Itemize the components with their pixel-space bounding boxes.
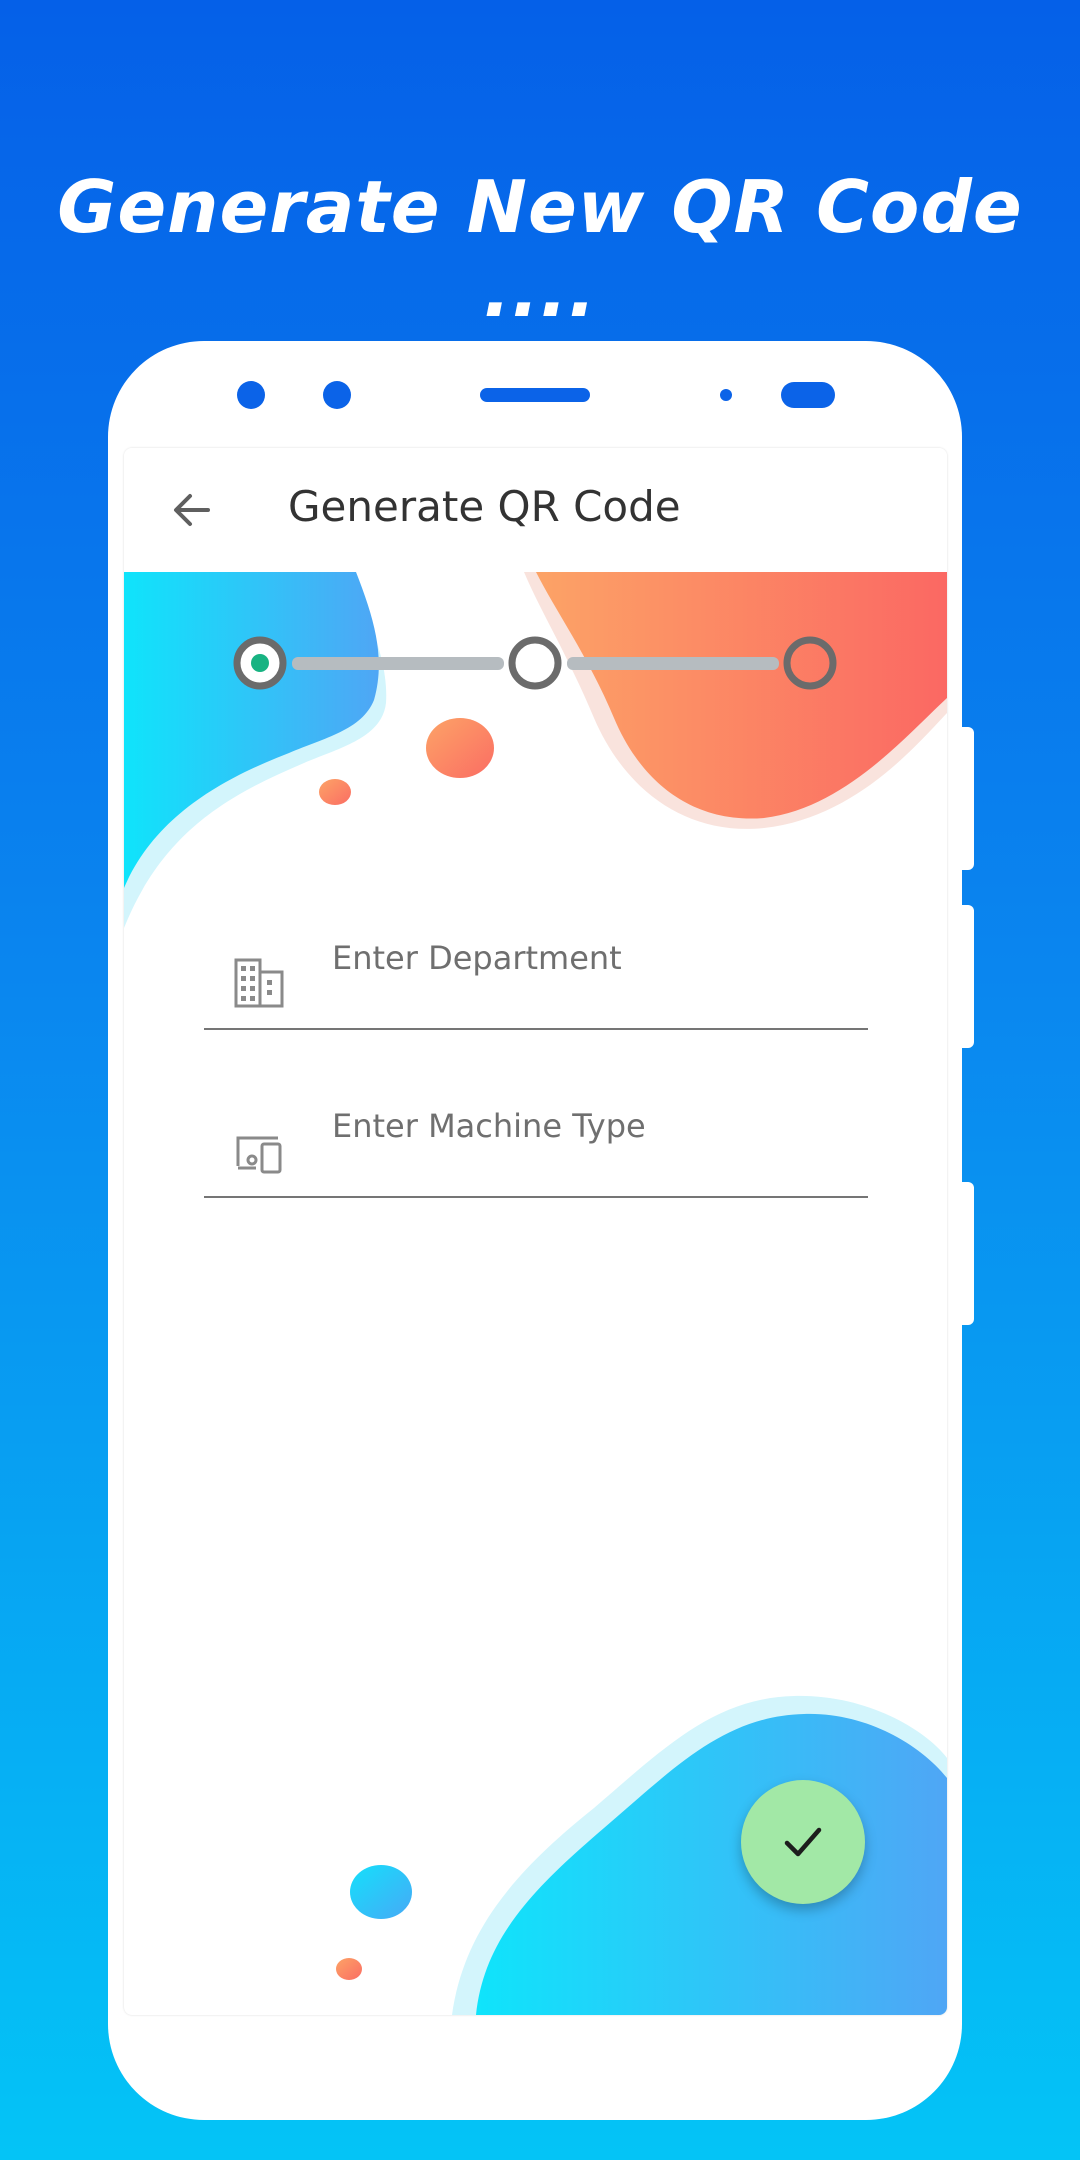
promo-headline: Generate New QR Code ....	[57, 165, 1023, 333]
phone-speaker	[480, 388, 590, 402]
machine-type-field[interactable]	[204, 1086, 868, 1198]
stepper-step-2	[508, 636, 562, 690]
stepper-step-3	[783, 636, 837, 690]
check-icon	[784, 1827, 822, 1857]
phone-side-button-bottom	[960, 1182, 974, 1325]
building-icon	[234, 958, 284, 1008]
phone-side-button-middle	[960, 905, 974, 1048]
phone-small-sensor	[720, 389, 732, 401]
stepper-step-1-active-dot	[251, 654, 269, 672]
department-input[interactable]	[332, 918, 852, 998]
devices-icon	[236, 1136, 282, 1174]
phone-camera-dot	[237, 381, 265, 409]
stepper-line-2	[567, 657, 779, 670]
department-field[interactable]	[204, 918, 868, 1030]
app-bar: Generate QR Code	[124, 448, 947, 572]
phone-side-button-top	[960, 727, 974, 870]
app-screen: Generate QR Code	[124, 448, 947, 2015]
phone-sensor-dot	[323, 381, 351, 409]
submit-fab-button[interactable]	[741, 1780, 865, 1904]
page-title: Generate QR Code	[288, 482, 681, 531]
back-button[interactable]	[160, 478, 224, 542]
machine-type-input[interactable]	[332, 1086, 852, 1166]
stepper-line-1	[292, 657, 504, 670]
phone-pill-sensor	[781, 382, 835, 408]
arrow-back-icon	[174, 494, 210, 526]
